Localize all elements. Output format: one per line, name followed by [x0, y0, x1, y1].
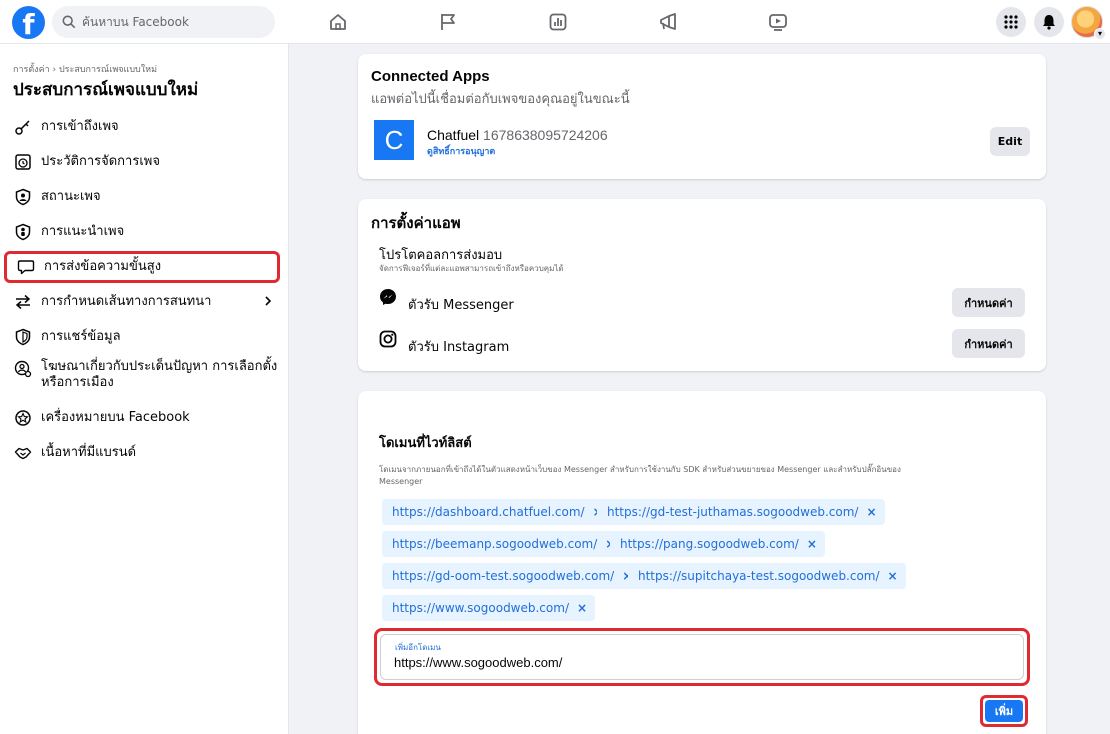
shield-icon — [13, 327, 33, 347]
sidebar-item-conversation-routing[interactable]: การกำหนดเส้นทางการสนทนา — [4, 286, 280, 318]
messenger-receiver-label: ตัวรับ Messenger — [408, 298, 514, 313]
bell-icon[interactable] — [1034, 7, 1064, 37]
remove-icon[interactable]: × — [866, 505, 876, 519]
add-domain-button[interactable]: เพิ่ม — [985, 700, 1023, 722]
search-input[interactable] — [82, 15, 262, 29]
search-box[interactable] — [52, 6, 275, 38]
app-id: 1678638095724206 — [483, 127, 608, 143]
configure-messenger-button[interactable]: กำหนดค่า — [952, 288, 1025, 317]
instagram-receiver-label: ตัวรับ Instagram — [408, 340, 510, 355]
page-title: ประสบการณ์เพจแบบใหม่ — [13, 80, 199, 100]
add-domain-label: เพิ่มอีกโดเมน — [395, 643, 441, 652]
megaphone-icon[interactable] — [657, 11, 679, 33]
remove-icon[interactable]: × — [888, 569, 898, 583]
chatfuel-logo: C — [374, 120, 414, 160]
domain-chip: https://beemanp.sogoodweb.com/× — [382, 531, 624, 557]
sidebar-item-label: การเข้าถึงเพจ — [41, 119, 119, 134]
video-icon[interactable] — [767, 11, 789, 33]
domain-chip: https://pang.sogoodweb.com/× — [610, 531, 825, 557]
home-icon[interactable] — [327, 11, 349, 33]
sidebar-item-recommendations[interactable]: การแนะนำเพจ — [4, 216, 280, 248]
sidebar: การตั้งค่า › ประสบการณ์เพจแบบใหม่ ประสบก… — [0, 44, 289, 734]
sidebar-item-label: โฆษณาเกี่ยวกับประเด็นปัญหา การเลือกตั้งห… — [41, 359, 278, 390]
remove-icon[interactable]: × — [577, 601, 587, 615]
sidebar-item-facebook-marks[interactable]: เครื่องหมายบน Facebook — [4, 402, 280, 434]
add-domain-box[interactable]: เพิ่มอีกโดเมน — [380, 634, 1024, 680]
badge-icon — [13, 408, 33, 428]
breadcrumb[interactable]: การตั้งค่า › ประสบการณ์เพจแบบใหม่ — [13, 62, 157, 76]
person-gear-icon — [13, 359, 33, 379]
domain-chip: https://supitchaya-test.sogoodweb.com/× — [628, 563, 906, 589]
sidebar-item-label: การกำหนดเส้นทางการสนทนา — [41, 294, 212, 309]
add-domain-input[interactable] — [394, 655, 994, 670]
sidebar-item-label: การแนะนำเพจ — [41, 224, 125, 239]
sidebar-item-label: ประวัติการจัดการเพจ — [41, 154, 160, 169]
connected-apps-subtitle: แอพต่อไปนี้เชื่อมต่อกับเพจของคุณอยู่ในขณ… — [371, 92, 630, 107]
sidebar-item-data-sharing[interactable]: การแชร์ข้อมูล — [4, 321, 280, 353]
instagram-icon — [379, 330, 397, 348]
configure-instagram-button[interactable]: กำหนดค่า — [952, 329, 1025, 358]
search-icon — [62, 15, 76, 29]
sidebar-item-branded-content[interactable]: เนื้อหาที่มีแบรนด์ — [4, 437, 280, 469]
add-domain-field: เพิ่มอีกโดเมน — [374, 628, 1030, 686]
sidebar-item-label: การแชร์ข้อมูล — [41, 329, 121, 344]
connected-apps-title: Connected Apps — [371, 68, 490, 85]
app-settings-title: การตั้งค่าแอพ — [371, 214, 461, 232]
edit-app-button[interactable]: Edit — [990, 127, 1030, 156]
domain-chip: https://gd-oom-test.sogoodweb.com/× — [382, 563, 641, 589]
top-bar: f ▾ — [0, 0, 1110, 44]
chevron-down-icon[interactable]: ▾ — [1094, 28, 1106, 40]
sidebar-item-label: เนื้อหาที่มีแบรนด์ — [41, 445, 137, 460]
sidebar-item-label: การส่งข้อความขั้นสูง — [44, 259, 162, 274]
domain-chip: https://www.sogoodweb.com/× — [382, 595, 596, 621]
permissions-link[interactable]: ดูสิทธิ์การอนุญาต — [427, 144, 495, 158]
protocol-desc: จัดการฟีเจอร์ที่แต่ละแอพสามารถเข้าถึงหรื… — [379, 264, 564, 273]
menu-grid-icon[interactable] — [996, 7, 1026, 37]
sidebar-item-page-access[interactable]: การเข้าถึงเพจ — [4, 111, 280, 143]
facebook-logo[interactable]: f — [12, 6, 45, 39]
handshake-icon — [13, 443, 33, 463]
add-button-highlight: เพิ่ม — [980, 695, 1028, 727]
domain-chip: https://gd-test-juthamas.sogoodweb.com/× — [597, 499, 885, 525]
history-icon — [13, 152, 33, 172]
sidebar-item-advanced-messaging[interactable]: การส่งข้อความขั้นสูง — [4, 251, 280, 283]
chevron-right-icon — [265, 296, 272, 306]
app-name: Chatfuel — [427, 127, 480, 143]
insights-icon[interactable] — [547, 11, 569, 33]
whitelisted-domains-card: โดเมนที่ไวท์ลิสต์ โดเมนจากภายนอกที่เข้าถ… — [358, 391, 1046, 734]
sidebar-item-political-ads[interactable]: โฆษณาเกี่ยวกับประเด็นปัญหา การเลือกตั้งห… — [4, 356, 280, 396]
arrows-icon — [13, 292, 33, 312]
sidebar-item-page-status[interactable]: สถานะเพจ — [4, 181, 280, 213]
speech-bubble-icon — [16, 257, 36, 277]
whitelist-desc: โดเมนจากภายนอกที่เข้าถึงได้ในตัวแสดงหน้า… — [379, 465, 901, 486]
whitelist-title: โดเมนที่ไวท์ลิสต์ — [379, 436, 472, 451]
domain-chip: https://dashboard.chatfuel.com/× — [382, 499, 611, 525]
flag-icon[interactable] — [437, 11, 459, 33]
app-settings-card: การตั้งค่าแอพ โปรโตคอลการส่งมอบ จัดการฟี… — [358, 199, 1046, 371]
shield-user-icon — [13, 187, 33, 207]
remove-icon[interactable]: × — [807, 537, 817, 551]
key-icon — [13, 117, 33, 137]
sidebar-item-history[interactable]: ประวัติการจัดการเพจ — [4, 146, 280, 178]
connected-apps-card: Connected Apps แอพต่อไปนี้เชื่อมต่อกับเพ… — [358, 54, 1046, 179]
sidebar-item-label: สถานะเพจ — [41, 189, 101, 204]
messenger-icon — [379, 288, 397, 306]
shield-person-icon — [13, 222, 33, 242]
app-row: Chatfuel 1678638095724206 — [427, 127, 608, 143]
sidebar-item-label: เครื่องหมายบน Facebook — [41, 410, 190, 425]
